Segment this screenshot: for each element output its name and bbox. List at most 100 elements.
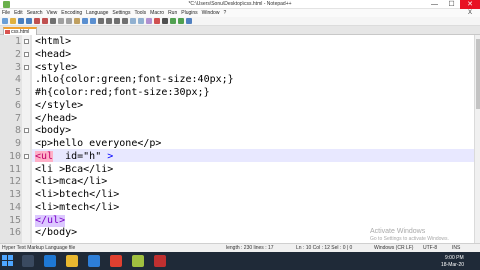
tab-css-html[interactable]: css.html <box>3 27 37 35</box>
close-button[interactable]: ✕ <box>460 0 480 9</box>
close-all-icon[interactable] <box>42 18 48 24</box>
id-attribute: id="h" <box>53 150 102 162</box>
status-mode: INS <box>452 245 461 251</box>
code-line[interactable]: 1 <html> <box>0 36 474 49</box>
tag-close-bracket: > <box>101 150 114 162</box>
menu-help[interactable]: ? <box>223 9 226 17</box>
code-text: <li>mca</li> <box>35 176 108 188</box>
code-line[interactable]: 15 </ul> <box>0 214 474 228</box>
redo-icon[interactable] <box>90 18 96 24</box>
fold-marker-icon[interactable] <box>24 39 29 44</box>
fold-marker-icon[interactable] <box>24 64 29 70</box>
notepadpp-taskbar-icon[interactable] <box>132 255 144 267</box>
menu-language[interactable]: Language <box>86 9 108 17</box>
code-text: <style> <box>35 61 78 73</box>
fold-marker-icon[interactable] <box>24 51 29 57</box>
save-macro-icon[interactable] <box>186 18 192 24</box>
code-line[interactable]: 3 <style> <box>0 62 474 75</box>
task-view-icon[interactable] <box>22 255 34 267</box>
word-wrap-icon[interactable] <box>138 18 144 24</box>
record-macro-icon[interactable] <box>154 18 160 24</box>
save-all-icon[interactable] <box>26 18 32 24</box>
find-icon[interactable] <box>98 18 104 24</box>
windows-taskbar: 9:00 PM 18-Mar-20 <box>0 252 480 270</box>
undo-icon[interactable] <box>82 18 88 24</box>
play-macro-icon[interactable] <box>170 18 176 24</box>
unsaved-file-icon <box>5 30 10 34</box>
file-explorer-icon[interactable] <box>66 255 78 267</box>
line-number: 4 <box>14 74 21 86</box>
store-icon[interactable] <box>88 255 100 267</box>
code-line[interactable]: 14 <li>mtech</li> <box>0 202 474 215</box>
line-number: 8 <box>14 125 21 137</box>
chrome-icon[interactable] <box>110 255 122 267</box>
status-encoding: UTF-8 <box>423 245 438 251</box>
zoom-out-icon[interactable] <box>122 18 128 24</box>
code-line[interactable]: 7 </head> <box>0 113 474 126</box>
code-line[interactable]: 13 <li>btech</li> <box>0 189 474 202</box>
code-text: <body> <box>35 125 72 137</box>
code-text: <head> <box>35 48 72 60</box>
vertical-scrollbar[interactable] <box>474 35 480 243</box>
maximize-button[interactable]: ☐ <box>443 0 460 9</box>
menu-search[interactable]: Search <box>27 9 43 17</box>
indent-guide-icon[interactable] <box>146 18 152 24</box>
code-line[interactable]: 8 <body> <box>0 125 474 138</box>
open-file-icon[interactable] <box>10 18 16 24</box>
menu-run[interactable]: Run <box>168 9 177 17</box>
menu-settings[interactable]: Settings <box>112 9 130 17</box>
code-line[interactable]: 6 </style> <box>0 100 474 113</box>
menu-encoding[interactable]: Encoding <box>61 9 82 17</box>
copy-icon[interactable] <box>66 18 72 24</box>
code-text: <li >Bca</li> <box>35 163 114 175</box>
save-icon[interactable] <box>18 18 24 24</box>
menu-edit[interactable]: Edit <box>14 9 23 17</box>
clock-time[interactable]: 9:00 PM <box>445 255 464 261</box>
code-line[interactable]: 9 <p>hello everyone</p> <box>0 138 474 151</box>
menu-macro[interactable]: Macro <box>150 9 164 17</box>
menu-window[interactable]: Window <box>202 9 220 17</box>
clock-date[interactable]: 18-Mar-20 <box>441 262 464 268</box>
fold-marker-icon[interactable] <box>24 153 29 159</box>
status-file-type: Hyper Text Markup Language file <box>2 245 76 251</box>
code-text: <li>btech</li> <box>35 189 120 200</box>
menu-tools[interactable]: Tools <box>134 9 146 17</box>
run-macro-multiple-icon[interactable] <box>178 18 184 24</box>
replace-icon[interactable] <box>106 18 112 24</box>
line-number: 2 <box>14 48 21 60</box>
code-line[interactable]: 2 <head> <box>0 49 474 62</box>
cut-icon[interactable] <box>58 18 64 24</box>
stop-macro-icon[interactable] <box>162 18 168 24</box>
menu-plugins[interactable]: Plugins <box>181 9 197 17</box>
status-eol: Windows (CR LF) <box>374 245 414 251</box>
windows-start-icon[interactable] <box>2 255 14 267</box>
code-line[interactable]: 10 <ul id="h" > <box>0 150 474 164</box>
print-icon[interactable] <box>50 18 56 24</box>
code-text: </ul> <box>35 214 66 228</box>
scrollbar-thumb[interactable] <box>476 39 480 109</box>
edge-browser-icon[interactable] <box>44 255 56 267</box>
code-line[interactable]: 11 <li >Bca</li> <box>0 164 474 177</box>
paste-icon[interactable] <box>74 18 80 24</box>
zoom-in-icon[interactable] <box>114 18 120 24</box>
line-number: 9 <box>14 138 21 149</box>
menu-file[interactable]: File <box>2 9 10 17</box>
line-number: 12 <box>8 176 21 188</box>
code-text: <li>mtech</li> <box>35 201 120 213</box>
line-number: 13 <box>8 189 21 200</box>
code-editor[interactable]: 1 <html> 2 <head> 3 <style> 4 .hlo{color:green;… <box>0 35 474 243</box>
close-document-button[interactable]: X <box>468 9 472 17</box>
fold-marker-icon[interactable] <box>24 128 29 134</box>
sync-scroll-icon[interactable] <box>130 18 136 24</box>
menu-view[interactable]: View <box>47 9 58 17</box>
app-icon[interactable] <box>154 255 166 267</box>
code-line[interactable]: 12 <li>mca</li> <box>0 176 474 189</box>
code-text: <html> <box>35 36 72 47</box>
new-file-icon[interactable] <box>2 18 8 24</box>
code-line[interactable]: 4 .hlo{color:green;font-size:40px;} <box>0 74 474 87</box>
title-bar: *C:\Users\Sonu\Desktop\css.html - Notepa… <box>0 0 480 9</box>
code-line[interactable]: 5 #h{color:red;font-size:30px;} <box>0 87 474 100</box>
code-text: </body> <box>35 227 78 239</box>
minimize-button[interactable]: — <box>426 0 443 9</box>
close-file-icon[interactable] <box>34 18 40 24</box>
